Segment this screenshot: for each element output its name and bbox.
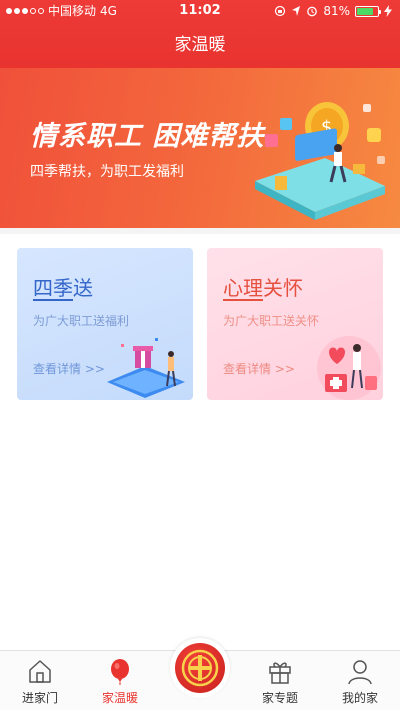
card-title: 四季送 — [33, 276, 93, 300]
title-underline — [33, 299, 73, 301]
heart-care-illustration — [317, 336, 381, 400]
status-right: 81% — [274, 0, 392, 22]
card-four-seasons[interactable]: 四季送 为广大职工送福利 查看详情 >> — [17, 248, 193, 400]
union-emblem-icon — [175, 643, 225, 693]
gift-box-illustration — [107, 338, 185, 398]
card-detail-link[interactable]: 查看详情 >> — [33, 360, 105, 377]
page-title: 家温暖 — [174, 35, 226, 55]
status-bar: 中国移动 4G 11:02 81% — [0, 0, 400, 22]
gift-icon — [269, 662, 291, 684]
card-description: 为广大职工送福利 — [33, 314, 130, 328]
location-icon — [292, 6, 301, 16]
banner-subtitle: 四季帮扶，为职工发福利 — [30, 164, 184, 180]
section-divider — [0, 228, 400, 234]
tab-label: 我的家 — [341, 691, 378, 705]
balloon-icon — [111, 659, 129, 685]
app-header: 中国移动 4G 11:02 81% 家温暖 — [0, 0, 400, 68]
alarm-icon — [307, 6, 318, 17]
rotation-lock-icon — [275, 5, 286, 17]
banner-illustration: $ — [255, 102, 385, 220]
tab-center-emblem[interactable] — [170, 638, 230, 698]
card-detail-link[interactable]: 查看详情 >> — [223, 360, 295, 377]
battery-icon — [355, 5, 381, 17]
card-title: 心理关怀 — [223, 276, 303, 300]
charging-icon — [384, 5, 392, 17]
banner-headline: 情系职工 困难帮扶 — [30, 121, 265, 152]
tab-my-home[interactable]: 我的家 — [320, 651, 400, 710]
tab-warmth[interactable]: 家温暖 — [80, 651, 160, 710]
user-icon — [348, 660, 372, 685]
tab-label: 家温暖 — [101, 691, 138, 705]
tab-label: 家专题 — [261, 691, 298, 705]
home-icon — [29, 660, 51, 683]
battery-percent: 81% — [323, 4, 350, 18]
tab-label: 进家门 — [21, 691, 58, 705]
card-psychological-care[interactable]: 心理关怀 为广大职工送关怀 查看详情 >> — [207, 248, 383, 400]
promo-banner[interactable]: 情系职工 困难帮扶 四季帮扶，为职工发福利 $ — [0, 68, 400, 228]
card-description: 为广大职工送关怀 — [223, 314, 320, 328]
title-underline — [223, 299, 263, 301]
tab-topics[interactable]: 家专题 — [240, 651, 320, 710]
tab-home[interactable]: 进家门 — [0, 651, 80, 710]
